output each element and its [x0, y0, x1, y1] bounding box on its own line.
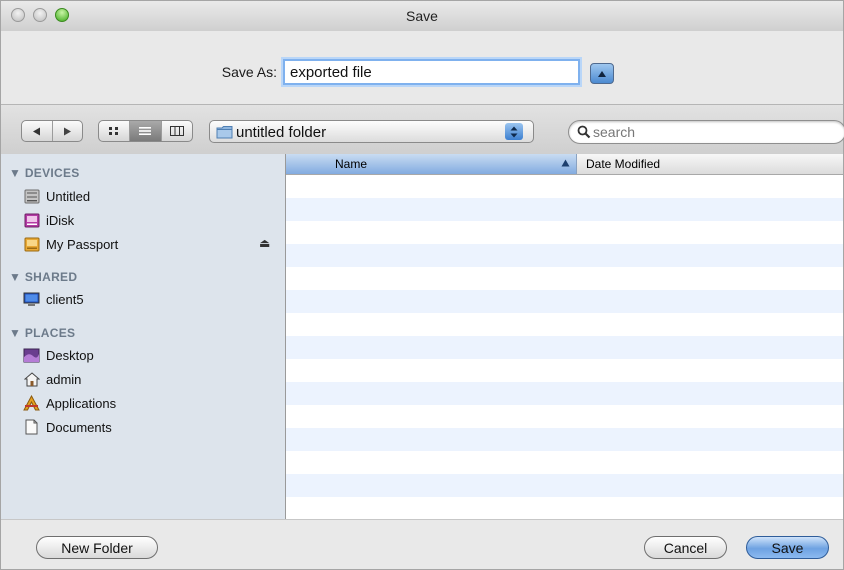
sidebar-section-places[interactable]: ▼ PLACES [9, 326, 75, 340]
sidebar-item-applications[interactable]: Applications [23, 393, 116, 413]
sidebar-item-admin[interactable]: admin [23, 369, 81, 389]
save-as-label: Save As: [221, 64, 277, 80]
column-header-date-modified[interactable]: Date Modified [586, 157, 660, 171]
save-dialog: Save Save As: exported file untitled fol… [0, 0, 844, 570]
collapse-browser-button[interactable] [590, 63, 614, 84]
empty-file-rows [286, 175, 843, 519]
search-input[interactable] [593, 123, 823, 141]
back-arrow-icon [33, 127, 41, 135]
external-drive-icon [23, 236, 40, 252]
back-button[interactable] [22, 121, 53, 141]
eject-icon[interactable]: ⏏ [259, 236, 270, 250]
columns-icon [169, 126, 184, 136]
devices-header: DEVICES [24, 166, 80, 180]
sidebar-item-desktop[interactable]: Desktop [23, 345, 94, 365]
save-button[interactable]: Save [746, 536, 829, 559]
disclosure-triangle-icon: ▼ [9, 326, 22, 340]
popup-stepper-icon [505, 123, 523, 140]
forward-button[interactable] [53, 121, 83, 141]
list-view-button[interactable] [130, 121, 162, 141]
title-bar: Save [1, 1, 843, 32]
shared-header: SHARED [24, 270, 78, 284]
idisk-icon [23, 212, 40, 228]
applications-icon [23, 395, 40, 411]
sidebar-item-documents[interactable]: Documents [23, 417, 112, 437]
new-folder-button[interactable]: New Folder [36, 536, 158, 559]
file-list[interactable]: Name Date Modified [286, 154, 843, 519]
sidebar: ▼ DEVICES Untitled iDisk My Passport ⏏ ▼… [1, 154, 286, 519]
location-popup[interactable]: untitled folder [209, 120, 534, 143]
column-headers: Name Date Modified [286, 154, 843, 175]
sidebar-item-untitled[interactable]: Untitled [23, 186, 90, 206]
cancel-button[interactable]: Cancel [644, 536, 727, 559]
documents-icon [23, 419, 40, 435]
grid-icon [109, 127, 119, 135]
save-as-field[interactable] [283, 59, 580, 85]
places-header: PLACES [24, 326, 76, 340]
computer-icon [23, 291, 40, 307]
sidebar-item-idisk[interactable]: iDisk [23, 210, 74, 230]
forward-arrow-icon [63, 127, 71, 135]
save-as-row: Save As: [1, 31, 843, 104]
sidebar-item-client5[interactable]: client5 [23, 289, 84, 309]
triangle-up-icon [598, 70, 606, 77]
view-mode-control [98, 120, 193, 142]
sort-ascending-icon [561, 159, 570, 167]
icon-view-button[interactable] [99, 121, 131, 141]
disclosure-triangle-icon: ▼ [9, 270, 22, 284]
sidebar-section-devices[interactable]: ▼ DEVICES [9, 166, 80, 180]
desktop-icon [23, 347, 40, 363]
search-field[interactable] [568, 120, 844, 144]
sidebar-item-my-passport[interactable]: My Passport [23, 234, 118, 254]
column-header-name[interactable]: Name [286, 154, 577, 174]
browser-toolbar: untitled folder [1, 104, 844, 155]
sidebar-section-shared[interactable]: ▼ SHARED [9, 270, 77, 284]
location-label: untitled folder [236, 124, 327, 141]
dialog-footer: New Folder Cancel Save [1, 519, 843, 569]
column-view-button[interactable] [162, 121, 192, 141]
list-icon [139, 127, 152, 135]
home-icon [23, 371, 40, 387]
folder-icon [216, 126, 233, 139]
magnifier-icon [577, 125, 591, 139]
disclosure-triangle-icon: ▼ [9, 166, 22, 180]
back-forward-control [21, 120, 83, 142]
window-title: Save [406, 8, 438, 24]
hard-drive-icon [23, 188, 40, 204]
